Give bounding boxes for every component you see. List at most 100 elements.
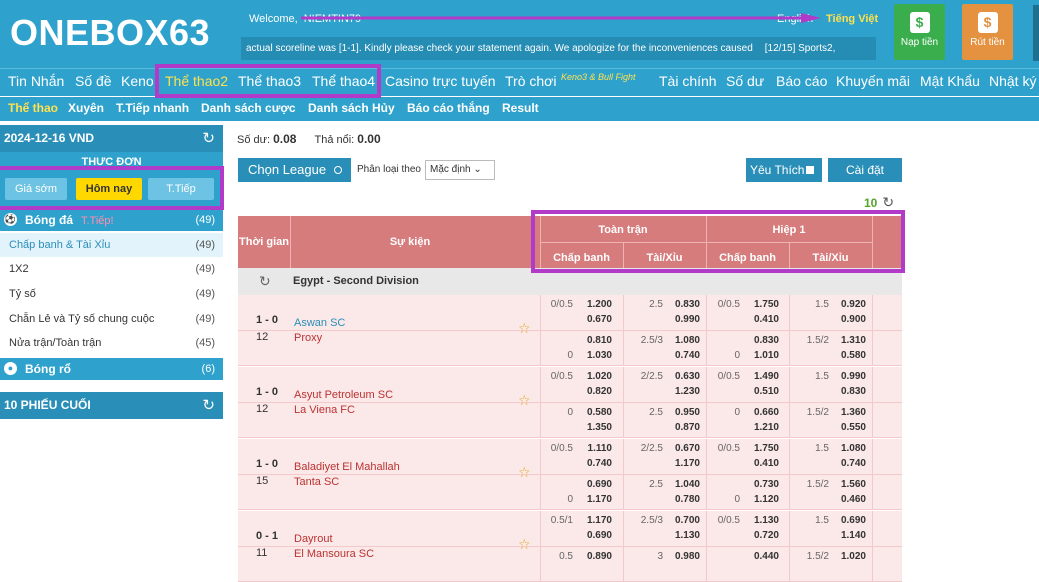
nav-sports4[interactable]: Thể thao4 [312,73,375,89]
odds-value[interactable]: 1.230 [666,386,700,397]
nav-messages[interactable]: Tin Nhắn [8,73,64,89]
nav-lottery[interactable]: Số đề [75,73,112,89]
tickets-header[interactable]: 10 PHIẾU CUỐI ↻ [0,392,223,419]
site-logo[interactable]: ONEBOX63 [10,12,210,54]
tab-early[interactable]: Giá sớm [5,178,67,200]
odds-value[interactable]: 1.080 [832,443,866,454]
refresh-icon[interactable]: ↻ [259,268,271,295]
home-team[interactable]: Baladiyet El Mahallah [294,461,400,473]
odds-value[interactable]: 0.950 [666,407,700,418]
nav-games[interactable]: Trò chơi [505,73,556,89]
odds-value[interactable]: 1.130 [666,530,700,541]
home-team[interactable]: Aswan SC [294,317,345,329]
sport-football[interactable]: ⚽ Bóng đá T.Tiếp! (49) [0,209,223,231]
odds-value[interactable]: 0.830 [745,335,779,346]
odds-value[interactable]: 0.740 [832,458,866,469]
away-team[interactable]: El Mansoura SC [294,548,374,560]
favorite-star-icon[interactable]: ☆ [518,464,531,481]
odds-value[interactable]: 1.120 [745,494,779,505]
odds-value[interactable]: 0.890 [578,551,612,562]
odds-value[interactable]: 0.660 [745,407,779,418]
odds-value[interactable]: 0.870 [666,422,700,433]
odds-value[interactable]: 1.010 [745,350,779,361]
nav-keno[interactable]: Keno [121,73,154,89]
odds-value[interactable]: 0.580 [832,350,866,361]
away-team[interactable]: La Viena FC [294,404,355,416]
nav-reports[interactable]: Báo cáo [776,73,827,89]
odds-value[interactable]: 1.170 [666,458,700,469]
odds-value[interactable]: 1.080 [666,335,700,346]
favorites-button[interactable]: Yêu Thích [746,158,822,182]
odds-value[interactable]: 1.200 [578,299,612,310]
odds-value[interactable]: 0.690 [832,515,866,526]
settings-button[interactable]: Cài đặt [828,158,902,182]
sort-select[interactable]: Mặc định ⌄ [425,160,495,180]
odds-value[interactable]: 0.830 [666,299,700,310]
favorite-star-icon[interactable]: ☆ [518,392,531,409]
odds-value[interactable]: 0.990 [832,371,866,382]
odds-value[interactable]: 1.040 [666,479,700,490]
odds-value[interactable]: 1.210 [745,422,779,433]
nav-password[interactable]: Mật Khẩu [920,73,980,89]
home-team[interactable]: Dayrout [294,533,333,545]
subnav-sports[interactable]: Thể thao [8,101,58,115]
odds-value[interactable]: 1.030 [578,350,612,361]
league-row[interactable]: ↻ Egypt - Second Division [238,268,902,295]
odds-value[interactable]: 1.750 [745,299,779,310]
sidebar-item-odd-even[interactable]: Chẵn Lẻ và Tỷ số chung cuộc (49) [0,307,223,331]
odds-value[interactable]: 1.360 [832,407,866,418]
odds-value[interactable]: 0.820 [578,386,612,397]
odds-value[interactable]: 0.700 [666,515,700,526]
odds-value[interactable]: 1.310 [832,335,866,346]
odds-value[interactable]: 1.020 [832,551,866,562]
odds-value[interactable]: 0.830 [832,386,866,397]
odds-value[interactable]: 1.490 [745,371,779,382]
subnav-bet-list[interactable]: Danh sách cược [201,101,296,115]
odds-value[interactable]: 1.170 [578,515,612,526]
odds-value[interactable]: 0.720 [745,530,779,541]
odds-value[interactable]: 0.410 [745,458,779,469]
odds-value[interactable]: 0.740 [666,350,700,361]
sidebar-item-ht-ft[interactable]: Nửa trận/Toàn trận (45) [0,331,223,355]
odds-value[interactable]: 0.630 [666,371,700,382]
odds-value[interactable]: 0.730 [745,479,779,490]
odds-value[interactable]: 1.350 [578,422,612,433]
refresh-icon[interactable]: ↻ [202,392,215,419]
subnav-parlay[interactable]: Xuyên [68,101,104,115]
odds-value[interactable]: 0.670 [666,443,700,454]
nav-logs[interactable]: Nhật ký [989,73,1036,89]
nav-sports3[interactable]: Thể thao3 [238,73,301,89]
language-vietnamese[interactable]: Tiếng Việt [826,13,878,25]
odds-value[interactable]: 0.900 [832,314,866,325]
subnav-result[interactable]: Result [502,101,539,115]
odds-value[interactable]: 1.560 [832,479,866,490]
odds-value[interactable]: 0.740 [578,458,612,469]
favorite-star-icon[interactable]: ☆ [518,320,531,337]
subnav-live-quick[interactable]: T.Tiếp nhanh [116,101,189,115]
sidebar-item-handicap-ou[interactable]: Chấp banh & Tài Xỉu (49) [0,233,223,257]
nav-promotions[interactable]: Khuyến mãi [836,73,910,89]
odds-value[interactable]: 1.750 [745,443,779,454]
odds-value[interactable]: 0.510 [745,386,779,397]
select-league-button[interactable]: Chọn League [238,158,351,182]
nav-casino[interactable]: Casino trực tuyến [385,73,496,89]
odds-value[interactable]: 1.140 [832,530,866,541]
tab-today[interactable]: Hôm nay [76,178,142,200]
sidebar-item-correct-score[interactable]: Tỷ số (49) [0,282,223,306]
odds-value[interactable]: 0.810 [578,335,612,346]
withdraw-button[interactable]: $ Rút tiền [962,4,1013,60]
home-team[interactable]: Asyut Petroleum SC [294,389,393,401]
odds-value[interactable]: 0.460 [832,494,866,505]
refresh-icon[interactable]: ↻ [202,125,215,152]
odds-value[interactable]: 1.020 [578,371,612,382]
odds-value[interactable]: 0.990 [666,314,700,325]
odds-value[interactable]: 0.410 [745,314,779,325]
away-team[interactable]: Proxy [294,332,322,344]
odds-value[interactable]: 1.130 [745,515,779,526]
favorite-star-icon[interactable]: ☆ [518,536,531,553]
sidebar-item-1x2[interactable]: 1X2 (49) [0,257,223,281]
nav-finance[interactable]: Tài chính [659,73,717,89]
nav-balance[interactable]: Số dư [726,73,764,89]
odds-value[interactable]: 0.550 [832,422,866,433]
nav-sports2[interactable]: Thể thao2 [165,73,228,89]
